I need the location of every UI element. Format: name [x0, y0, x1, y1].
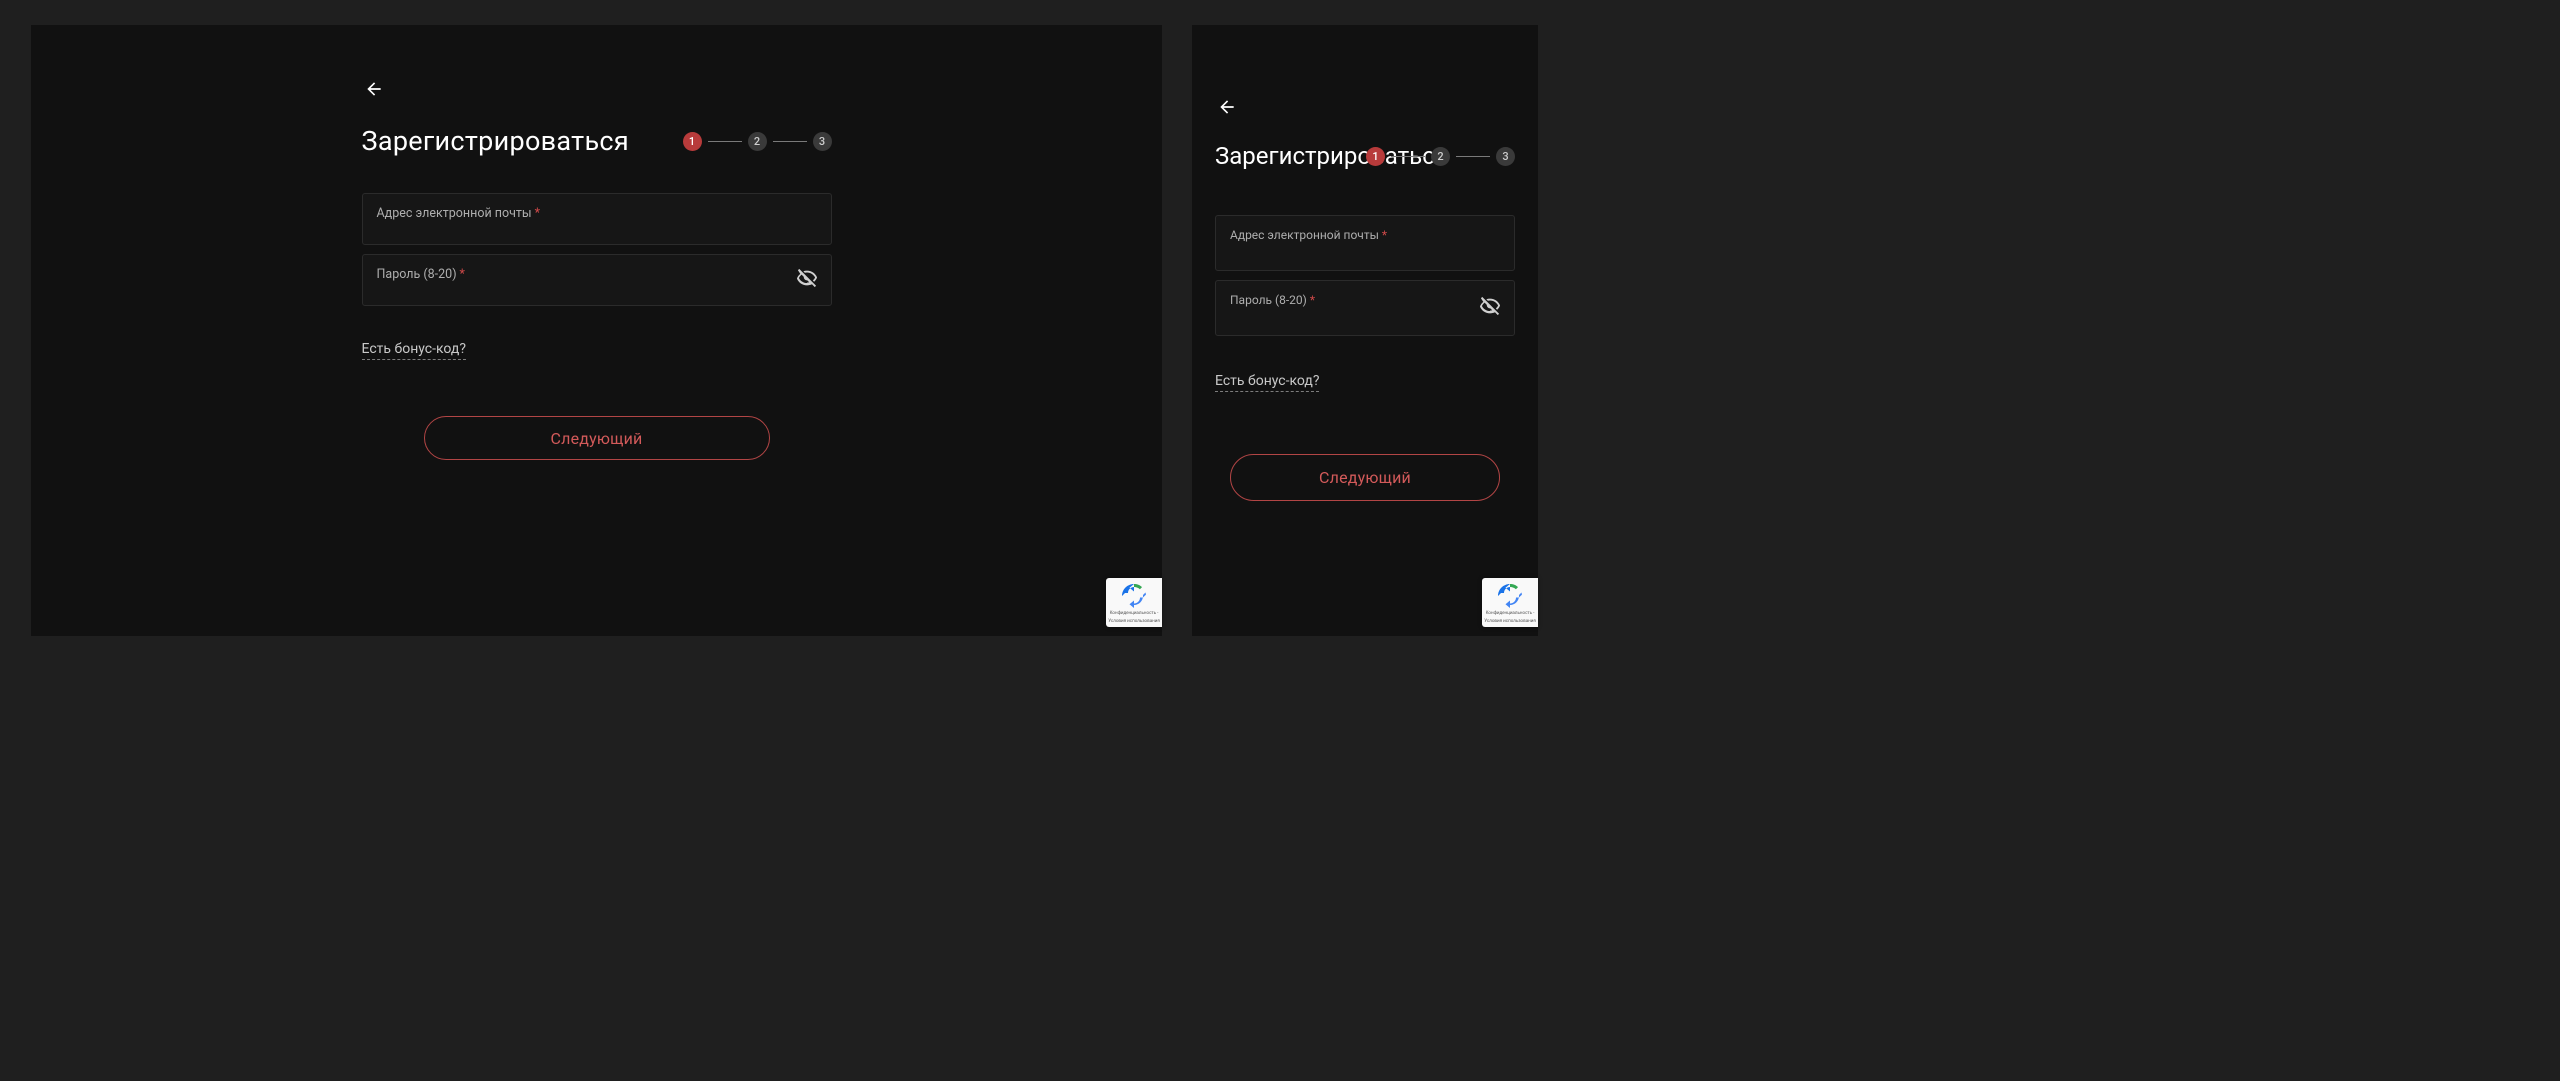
- email-field[interactable]: Адрес электронной почты*: [362, 193, 832, 245]
- step-2: 2: [1431, 147, 1450, 166]
- step-3: 3: [813, 132, 832, 151]
- password-label: Пароль (8-20)*: [377, 267, 465, 282]
- email-label: Адрес электронной почты*: [1230, 228, 1387, 242]
- page-title: Зарегистрироваться: [362, 125, 629, 157]
- back-button[interactable]: [1215, 97, 1239, 121]
- recaptcha-icon: [1495, 581, 1525, 609]
- back-button[interactable]: [362, 79, 386, 103]
- stepper: 1 2 3: [1366, 147, 1515, 166]
- arrow-left-icon: [364, 79, 384, 103]
- toggle-password-visibility-button[interactable]: [795, 268, 819, 292]
- password-field[interactable]: Пароль (8-20)*: [362, 254, 832, 306]
- step-line: [1456, 156, 1490, 157]
- recaptcha-terms-text: Условия использования: [1484, 619, 1536, 624]
- recaptcha-privacy-text: Конфиденциальность -: [1110, 611, 1159, 616]
- page-title: Зарегистрироваться: [1215, 143, 1365, 171]
- recaptcha-badge[interactable]: Конфиденциальность - Условия использован…: [1482, 578, 1538, 627]
- next-button[interactable]: Следующий: [1230, 454, 1500, 501]
- next-button-label: Следующий: [551, 429, 643, 448]
- bonus-code-link[interactable]: Есть бонус-код?: [1215, 373, 1319, 392]
- recaptcha-terms-text: Условия использования: [1108, 619, 1160, 624]
- email-label: Адрес электронной почты*: [377, 206, 541, 221]
- recaptcha-privacy-text: Конфиденциальность -: [1486, 611, 1535, 616]
- step-3: 3: [1496, 147, 1515, 166]
- arrow-left-icon: [1217, 97, 1237, 121]
- next-button[interactable]: Следующий: [424, 416, 770, 460]
- step-line: [1391, 156, 1425, 157]
- eye-off-icon: [796, 267, 818, 293]
- bonus-code-link[interactable]: Есть бонус-код?: [362, 341, 466, 360]
- registration-panel-mobile: Зарегистрироваться 1 2 3 Адрес электронн…: [1192, 25, 1538, 636]
- step-1: 1: [1366, 147, 1385, 166]
- step-2: 2: [748, 132, 767, 151]
- toggle-password-visibility-button[interactable]: [1478, 296, 1502, 320]
- eye-off-icon: [1479, 295, 1501, 321]
- next-button-label: Следующий: [1319, 468, 1411, 487]
- registration-panel-desktop: Зарегистрироваться 1 2 3 Адрес электронн…: [31, 25, 1162, 636]
- recaptcha-icon: [1119, 581, 1149, 609]
- step-line: [708, 141, 742, 142]
- step-1: 1: [683, 132, 702, 151]
- password-label: Пароль (8-20)*: [1230, 293, 1315, 307]
- password-field[interactable]: Пароль (8-20)*: [1215, 280, 1515, 336]
- email-field[interactable]: Адрес электронной почты*: [1215, 215, 1515, 271]
- stepper: 1 2 3: [683, 132, 832, 151]
- recaptcha-badge[interactable]: Конфиденциальность - Условия использован…: [1106, 578, 1162, 627]
- step-line: [773, 141, 807, 142]
